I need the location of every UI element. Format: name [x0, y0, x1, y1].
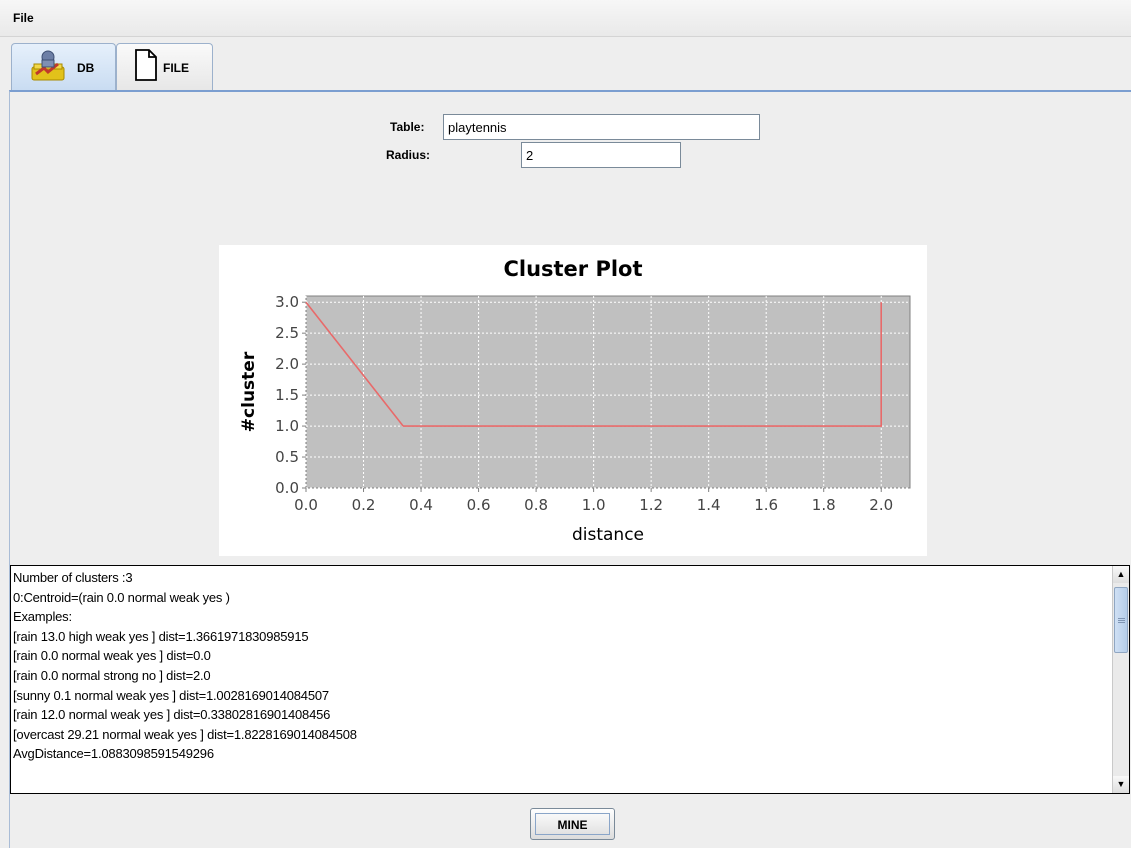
- x-tick-label: 1.8: [812, 496, 836, 514]
- output-line: 0:Centroid=(rain 0.0 normal weak yes ): [13, 589, 230, 605]
- y-tick-label: 1.0: [275, 417, 299, 435]
- table-input[interactable]: [443, 114, 760, 140]
- y-tick-label: 0.0: [275, 479, 299, 497]
- tab-file[interactable]: FILE: [116, 43, 213, 90]
- plot-area: [305, 295, 911, 489]
- output-area[interactable]: Number of clusters :3 0:Centroid=(rain 0.…: [10, 565, 1130, 794]
- database-icon: [31, 50, 65, 81]
- menu-bar: File: [0, 0, 1131, 37]
- cluster-plot: Cluster Plot 0.0 0.2 0.4 0.6 0.8 1.0 1.2 1.4 1.6…: [219, 245, 927, 556]
- y-tick-label: 1.5: [275, 386, 299, 404]
- radius-input[interactable]: [521, 142, 681, 168]
- x-tick-label: 1.4: [697, 496, 721, 514]
- x-tick-label: 0.4: [409, 496, 433, 514]
- table-label: Table:: [390, 120, 425, 134]
- x-tick-label: 0.6: [467, 496, 491, 514]
- y-axis-label: #cluster: [239, 351, 259, 432]
- x-tick-label: 1.6: [754, 496, 778, 514]
- chart-title: Cluster Plot: [503, 257, 642, 281]
- menu-file[interactable]: File: [13, 11, 34, 25]
- x-axis-label: distance: [572, 525, 644, 545]
- output-line: [rain 0.0 normal strong no ] dist=2.0: [13, 667, 211, 683]
- scroll-thumb[interactable]: [1114, 587, 1128, 653]
- output-line: [sunny 0.1 normal weak yes ] dist=1.0028…: [13, 687, 329, 703]
- scroll-down-button[interactable]: ▼: [1113, 776, 1129, 793]
- cluster-plot-svg: Cluster Plot 0.0 0.2 0.4 0.6 0.8 1.0 1.2 1.4 1.6…: [239, 257, 911, 545]
- x-tick-label: 1.0: [582, 496, 606, 514]
- output-line: [rain 12.0 normal weak yes ] dist=0.3380…: [13, 707, 331, 723]
- output-line: AvgDistance=1.0883098591549296: [13, 746, 214, 762]
- output-line: [overcast 29.21 normal weak yes ] dist=1…: [13, 726, 357, 742]
- y-tick-label: 2.0: [275, 355, 299, 373]
- y-tick-label: 2.5: [275, 324, 299, 342]
- scroll-up-button[interactable]: ▲: [1113, 566, 1129, 583]
- y-tick-label: 0.5: [275, 448, 299, 466]
- x-tick-label: 0.0: [294, 496, 318, 514]
- radius-label: Radius:: [386, 148, 431, 162]
- x-tick-label: 1.2: [639, 496, 663, 514]
- tab-file-label: FILE: [163, 61, 189, 75]
- tab-strip: DB FILE: [0, 37, 1131, 91]
- vertical-scrollbar[interactable]: ▲ ▼: [1112, 566, 1129, 793]
- output-line: [rain 0.0 normal weak yes ] dist=0.0: [13, 648, 211, 664]
- mine-button-label: MINE: [535, 813, 610, 835]
- mine-button[interactable]: MINE: [530, 808, 615, 840]
- output-line: [rain 13.0 high weak yes ] dist=1.366197…: [13, 628, 309, 644]
- x-tick-label: 0.2: [352, 496, 376, 514]
- x-tick-label: 2.0: [869, 496, 893, 514]
- x-tick-label: 0.8: [524, 496, 548, 514]
- tab-db[interactable]: DB: [11, 43, 116, 90]
- output-line: Number of clusters :3: [13, 570, 133, 585]
- tab-db-label: DB: [77, 61, 95, 75]
- output-text: Number of clusters :3 0:Centroid=(rain 0.…: [13, 568, 1110, 791]
- y-tick-label: 3.0: [275, 293, 299, 311]
- file-icon: [135, 49, 157, 81]
- output-line: Examples:: [13, 609, 72, 625]
